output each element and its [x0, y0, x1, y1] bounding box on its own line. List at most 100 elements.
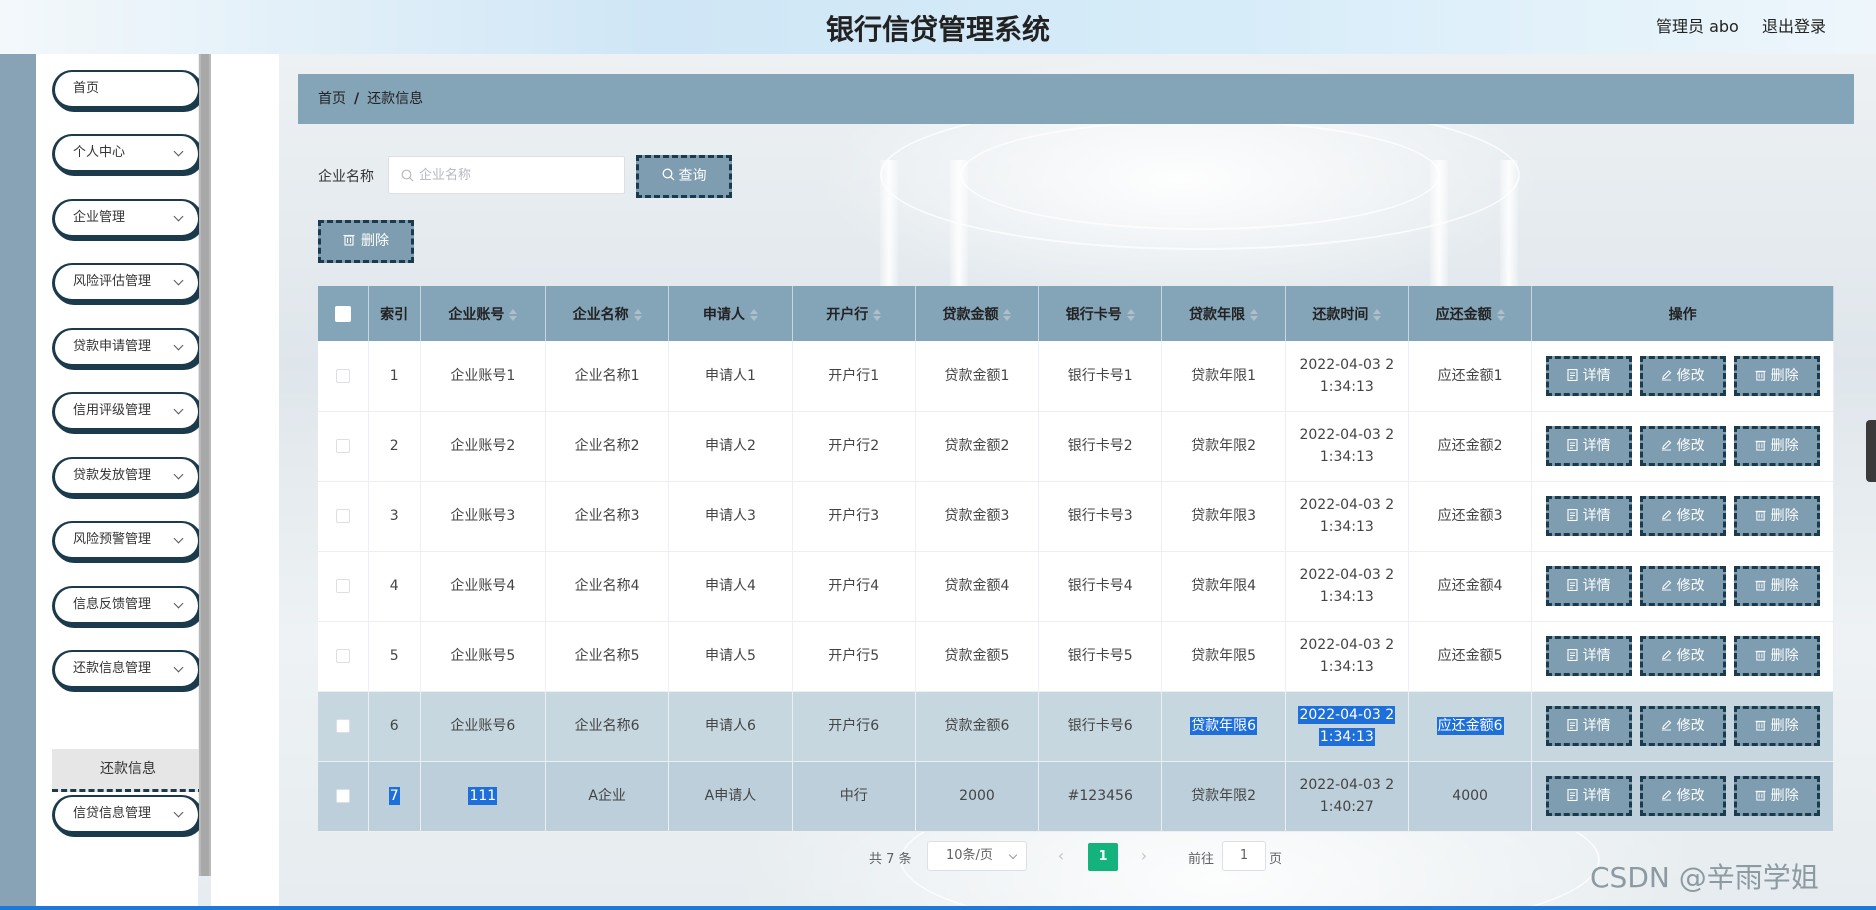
cell-term: 贷款年限5 — [1191, 648, 1256, 664]
row-checkbox[interactable] — [335, 368, 350, 383]
sort-icon[interactable] — [1250, 308, 1259, 321]
row-checkbox[interactable] — [335, 509, 350, 523]
sidebar-scrollbar[interactable] — [199, 54, 211, 876]
row-checkbox[interactable] — [335, 789, 350, 803]
edit-button[interactable]: 修改 — [1639, 706, 1726, 746]
row-checkbox[interactable] — [335, 579, 350, 593]
cell-due: 4000 — [1452, 788, 1488, 804]
column-header-account[interactable]: 企业账号 — [420, 286, 547, 341]
page-size-select[interactable]: 10条/页 — [927, 841, 1027, 871]
detail-button[interactable]: 详情 — [1545, 776, 1632, 816]
repayment-table: 索引 企业账号 企业名称 申请人 开户行 贷款金额 银行卡号 贷款年限 还款时间… — [318, 286, 1834, 832]
cell-account: 企业账号3 — [450, 508, 516, 524]
detail-button[interactable]: 详情 — [1545, 496, 1632, 536]
sidebar-item-loan-application[interactable]: 贷款申请管理 — [52, 328, 202, 368]
cell-bank: 开户行2 — [828, 438, 880, 454]
detail-button[interactable]: 详情 — [1545, 636, 1632, 676]
sidebar-item-risk-warning[interactable]: 风险预警管理 — [52, 521, 202, 561]
sort-icon[interactable] — [1126, 308, 1135, 321]
next-page-button[interactable]: › — [1131, 843, 1157, 871]
edit-button[interactable]: 修改 — [1639, 566, 1726, 606]
row-checkbox[interactable] — [335, 719, 350, 733]
sidebar-item-home[interactable]: 首页 — [52, 70, 202, 110]
sort-icon[interactable] — [1373, 308, 1382, 321]
cell-due: 应还金额4 — [1437, 578, 1503, 594]
cell-time-line2: 1:34:13 — [1319, 378, 1374, 395]
batch-delete-button[interactable]: 删除 — [318, 220, 414, 263]
edit-button[interactable]: 修改 — [1639, 496, 1726, 536]
row-checkbox[interactable] — [335, 649, 350, 663]
search-field[interactable] — [388, 156, 625, 194]
side-scroll-tab[interactable] — [1866, 420, 1876, 482]
detail-button[interactable]: 详情 — [1545, 426, 1632, 466]
detail-button[interactable]: 详情 — [1545, 566, 1632, 606]
detail-button[interactable]: 详情 — [1545, 355, 1632, 396]
sort-icon[interactable] — [873, 308, 882, 321]
query-button[interactable]: 查询 — [636, 155, 732, 198]
sidebar-item-repayment[interactable]: 还款信息管理 — [52, 650, 202, 690]
detail-button[interactable]: 详情 — [1545, 706, 1632, 746]
search-label: 企业名称 — [318, 169, 374, 185]
sort-icon[interactable] — [749, 308, 758, 321]
column-header-name[interactable]: 企业名称 — [545, 286, 670, 341]
sidebar-item-credit-info[interactable]: 信贷信息管理 — [52, 795, 202, 835]
sort-icon[interactable] — [633, 308, 642, 321]
cell-index: 7 — [388, 787, 400, 805]
cell-due: 应还金额1 — [1437, 367, 1503, 384]
select-all-checkbox[interactable] — [334, 305, 351, 322]
sidebar-item-risk-assessment[interactable]: 风险评估管理 — [52, 263, 202, 303]
goto-page-input[interactable]: 1 — [1222, 841, 1266, 871]
column-header-time[interactable]: 还款时间 — [1285, 286, 1409, 341]
edit-button[interactable]: 修改 — [1639, 636, 1726, 676]
sidebar-item-personal-center[interactable]: 个人中心 — [52, 134, 202, 174]
column-header-term[interactable]: 贷款年限 — [1161, 286, 1286, 341]
sort-icon[interactable] — [509, 308, 518, 321]
sidebar-item-loan-disbursement[interactable]: 贷款发放管理 — [52, 457, 202, 497]
row-checkbox[interactable] — [335, 439, 350, 453]
column-header-due[interactable]: 应还金额 — [1408, 286, 1533, 341]
edit-button[interactable]: 修改 — [1639, 355, 1726, 396]
cell-index: 5 — [389, 648, 399, 664]
chevron-down-icon — [173, 807, 184, 818]
table-row[interactable]: 6 企业账号6 企业名称6 申请人6 开户行6 贷款金额6 银行卡号6 贷款年限6 2022-0… — [318, 691, 1834, 761]
sidebar-item-credit-rating[interactable]: 信用评级管理 — [52, 392, 202, 432]
logout-link[interactable]: 退出登录 — [1762, 13, 1826, 37]
table-row[interactable]: 1 企业账号1 企业名称1 申请人1 开户行1 贷款金额1 银行卡号1 贷款年限1 2022-0… — [318, 341, 1834, 411]
edit-button[interactable]: 修改 — [1639, 426, 1726, 466]
column-header-amount[interactable]: 贷款金额 — [915, 286, 1040, 341]
sort-icon[interactable] — [1003, 308, 1012, 321]
delete-button[interactable]: 删除 — [1733, 636, 1820, 676]
sidebar-item-feedback[interactable]: 信息反馈管理 — [52, 586, 202, 626]
sidebar-item-company[interactable]: 企业管理 — [52, 199, 202, 239]
search-input[interactable] — [419, 157, 619, 193]
cell-time-line1: 2022-04-03 2 — [1299, 427, 1395, 443]
column-header-applicant[interactable]: 申请人 — [668, 286, 793, 341]
sidebar: 首页 个人中心 企业管理 风险评估管理 贷款申请管理 信用评级管理 贷款发放管理… — [36, 54, 204, 910]
delete-button[interactable]: 删除 — [1733, 496, 1820, 536]
page-number-current[interactable]: 1 — [1088, 843, 1118, 871]
breadcrumb-home[interactable]: 首页 — [318, 91, 346, 107]
column-header-bank[interactable]: 开户行 — [792, 286, 916, 341]
cell-due: 应还金额3 — [1437, 508, 1503, 524]
sidebar-item-label: 风险预警管理 — [73, 532, 152, 547]
table-row[interactable]: 2 企业账号2 企业名称2 申请人2 开户行2 贷款金额2 银行卡号2 贷款年限2 2022-0… — [318, 411, 1834, 481]
delete-button[interactable]: 删除 — [1733, 566, 1820, 606]
table-row[interactable]: 5 企业账号5 企业名称5 申请人5 开户行5 贷款金额5 银行卡号5 贷款年限5 2022-0… — [318, 621, 1834, 691]
trash-icon — [1755, 650, 1766, 661]
edit-button[interactable]: 修改 — [1639, 776, 1726, 816]
delete-button[interactable]: 删除 — [1733, 776, 1820, 816]
delete-button[interactable]: 删除 — [1733, 355, 1820, 396]
table-row[interactable]: 3 企业账号3 企业名称3 申请人3 开户行3 贷款金额3 银行卡号3 贷款年限3 2022-0… — [318, 481, 1834, 551]
cell-time-line2: 1:34:13 — [1318, 728, 1375, 746]
chevron-down-icon — [173, 146, 184, 157]
delete-button[interactable]: 删除 — [1733, 706, 1820, 746]
table-row[interactable]: 4 企业账号4 企业名称4 申请人4 开户行4 贷款金额4 银行卡号4 贷款年限4 2022-0… — [318, 551, 1834, 621]
sort-icon[interactable] — [1496, 308, 1505, 321]
cell-card: 银行卡号5 — [1067, 648, 1133, 664]
column-header-card[interactable]: 银行卡号 — [1038, 286, 1163, 341]
table-row[interactable]: 7 111 A企业 A申请人 中行 2000 #123456 贷款年限2 2022-04-03 … — [318, 761, 1834, 831]
prev-page-button[interactable]: ‹ — [1048, 843, 1074, 871]
delete-button[interactable]: 删除 — [1733, 426, 1820, 466]
scrollbar-thumb[interactable] — [201, 54, 209, 876]
sidebar-subitem-repayment-info[interactable]: 还款信息 — [52, 749, 204, 792]
